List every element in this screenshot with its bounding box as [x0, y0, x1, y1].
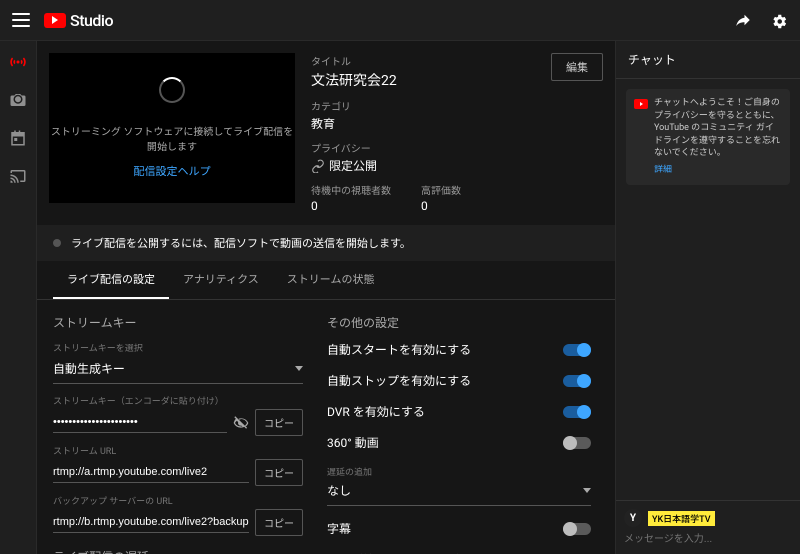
- tab-health[interactable]: ストリームの状態: [273, 261, 389, 299]
- auto-start-toggle[interactable]: [563, 344, 591, 356]
- gear-icon[interactable]: [770, 11, 788, 29]
- share-icon[interactable]: [734, 11, 752, 29]
- delay-value: なし: [327, 482, 351, 499]
- video360-label: 360° 動画: [327, 434, 563, 451]
- copy-key-button[interactable]: コピー: [255, 409, 303, 436]
- key-select[interactable]: 自動生成キー: [53, 356, 303, 384]
- stream-preview: ストリーミング ソフトウェアに接続してライブ配信を開始します 配信設定ヘルプ: [49, 53, 295, 203]
- copy-backup-button[interactable]: コピー: [255, 509, 303, 536]
- chat-notice-text: チャットへようこそ！ご自身のプライバシーを守るとともに、YouTube のコミュ…: [654, 98, 780, 158]
- dvr-toggle[interactable]: [563, 406, 591, 418]
- key-field-label: ストリームキー（エンコーダに貼り付け）: [53, 394, 303, 407]
- main-content: ストリーミング ソフトウェアに接続してライブ配信を開始します 配信設定ヘルプ 編…: [37, 41, 615, 554]
- captions-toggle[interactable]: [563, 523, 591, 535]
- brand-text: Studio: [70, 11, 113, 30]
- tabs: ライブ配信の設定 アナリティクス ストリームの状態: [37, 261, 615, 300]
- latency-section-title: ライブ配信の遅延: [53, 548, 303, 554]
- video360-toggle[interactable]: [563, 437, 591, 449]
- url-field-label: ストリーム URL: [53, 444, 303, 457]
- other-settings-column: その他の設定 自動スタートを有効にする 自動ストップを有効にする DVR を有効…: [327, 314, 599, 554]
- stream-category: 教育: [311, 115, 603, 132]
- visibility-off-icon[interactable]: [233, 415, 249, 431]
- auto-start-label: 自動スタートを有効にする: [327, 341, 563, 358]
- loading-spinner: [159, 77, 185, 103]
- delay-select[interactable]: なし: [327, 480, 591, 506]
- notice-bar: ライブ配信を公開するには、配信ソフトで動画の送信を開始します。: [37, 225, 615, 261]
- delay-label: 遅延の追加: [327, 465, 591, 478]
- chevron-down-icon: [295, 366, 303, 371]
- stream-privacy: 限定公開: [329, 157, 377, 174]
- stream-icon[interactable]: [9, 53, 27, 71]
- stream-key-column: ストリームキー ストリームキーを選択 自動生成キー ストリームキー（エンコーダに…: [53, 314, 303, 554]
- other-section-title: その他の設定: [327, 314, 591, 331]
- privacy-label: プライバシー: [311, 140, 603, 155]
- chat-panel: チャット チャットへようこそ！ご自身のプライバシーを守るとともに、YouTube…: [615, 41, 800, 554]
- viewers-label: 待機中の視聴者数: [311, 182, 391, 197]
- backup-url-input[interactable]: [53, 512, 249, 533]
- tab-settings[interactable]: ライブ配信の設定: [53, 261, 169, 299]
- tab-analytics[interactable]: アナリティクス: [169, 261, 273, 299]
- key-select-label: ストリームキーを選択: [53, 341, 303, 354]
- backup-field-label: バックアップ サーバーの URL: [53, 494, 303, 507]
- viewers-count: 0: [311, 199, 391, 213]
- user-avatar: Y: [624, 509, 642, 527]
- auto-stop-toggle[interactable]: [563, 375, 591, 387]
- chat-input-area: Y YK日本語学TV: [616, 500, 800, 554]
- sidebar: [0, 41, 37, 554]
- youtube-icon: [634, 99, 648, 109]
- manage-icon[interactable]: [9, 129, 27, 147]
- chevron-down-icon: [583, 488, 591, 493]
- webcam-icon[interactable]: [9, 91, 27, 109]
- link-icon: [311, 159, 325, 173]
- edit-button[interactable]: 編集: [551, 53, 603, 81]
- stream-info: 編集 タイトル 文法研究会22 カテゴリ 教育 プライバシー 限定公開: [311, 53, 603, 213]
- preview-message: ストリーミング ソフトウェアに接続してライブ配信を開始します: [49, 123, 295, 153]
- captions-label: 字幕: [327, 520, 563, 537]
- category-label: カテゴリ: [311, 98, 603, 113]
- copy-url-button[interactable]: コピー: [255, 459, 303, 486]
- chat-details-link[interactable]: 詳細: [654, 164, 672, 177]
- key-select-value: 自動生成キー: [53, 360, 125, 377]
- auto-stop-label: 自動ストップを有効にする: [327, 372, 563, 389]
- notice-text: ライブ配信を公開するには、配信ソフトで動画の送信を開始します。: [71, 235, 411, 251]
- stream-key-section-title: ストリームキー: [53, 314, 303, 331]
- chat-welcome-notice: チャットへようこそ！ご自身のプライバシーを守るとともに、YouTube のコミュ…: [626, 89, 790, 185]
- chat-message-input[interactable]: [624, 532, 792, 547]
- dvr-label: DVR を有効にする: [327, 403, 563, 420]
- likes-count: 0: [421, 199, 461, 213]
- status-dot-icon: [53, 239, 61, 247]
- cast-icon[interactable]: [9, 167, 27, 185]
- stream-help-link[interactable]: 配信設定ヘルプ: [134, 163, 211, 179]
- chat-header: チャット: [616, 41, 800, 79]
- youtube-studio-logo[interactable]: Studio: [44, 11, 113, 30]
- youtube-play-icon: [44, 13, 66, 28]
- menu-icon[interactable]: [12, 11, 30, 29]
- chat-username: YK日本語学TV: [648, 511, 715, 526]
- app-header: Studio: [0, 0, 800, 41]
- likes-label: 高評価数: [421, 182, 461, 197]
- stream-url-input[interactable]: [53, 462, 249, 483]
- stream-key-input[interactable]: [53, 412, 227, 433]
